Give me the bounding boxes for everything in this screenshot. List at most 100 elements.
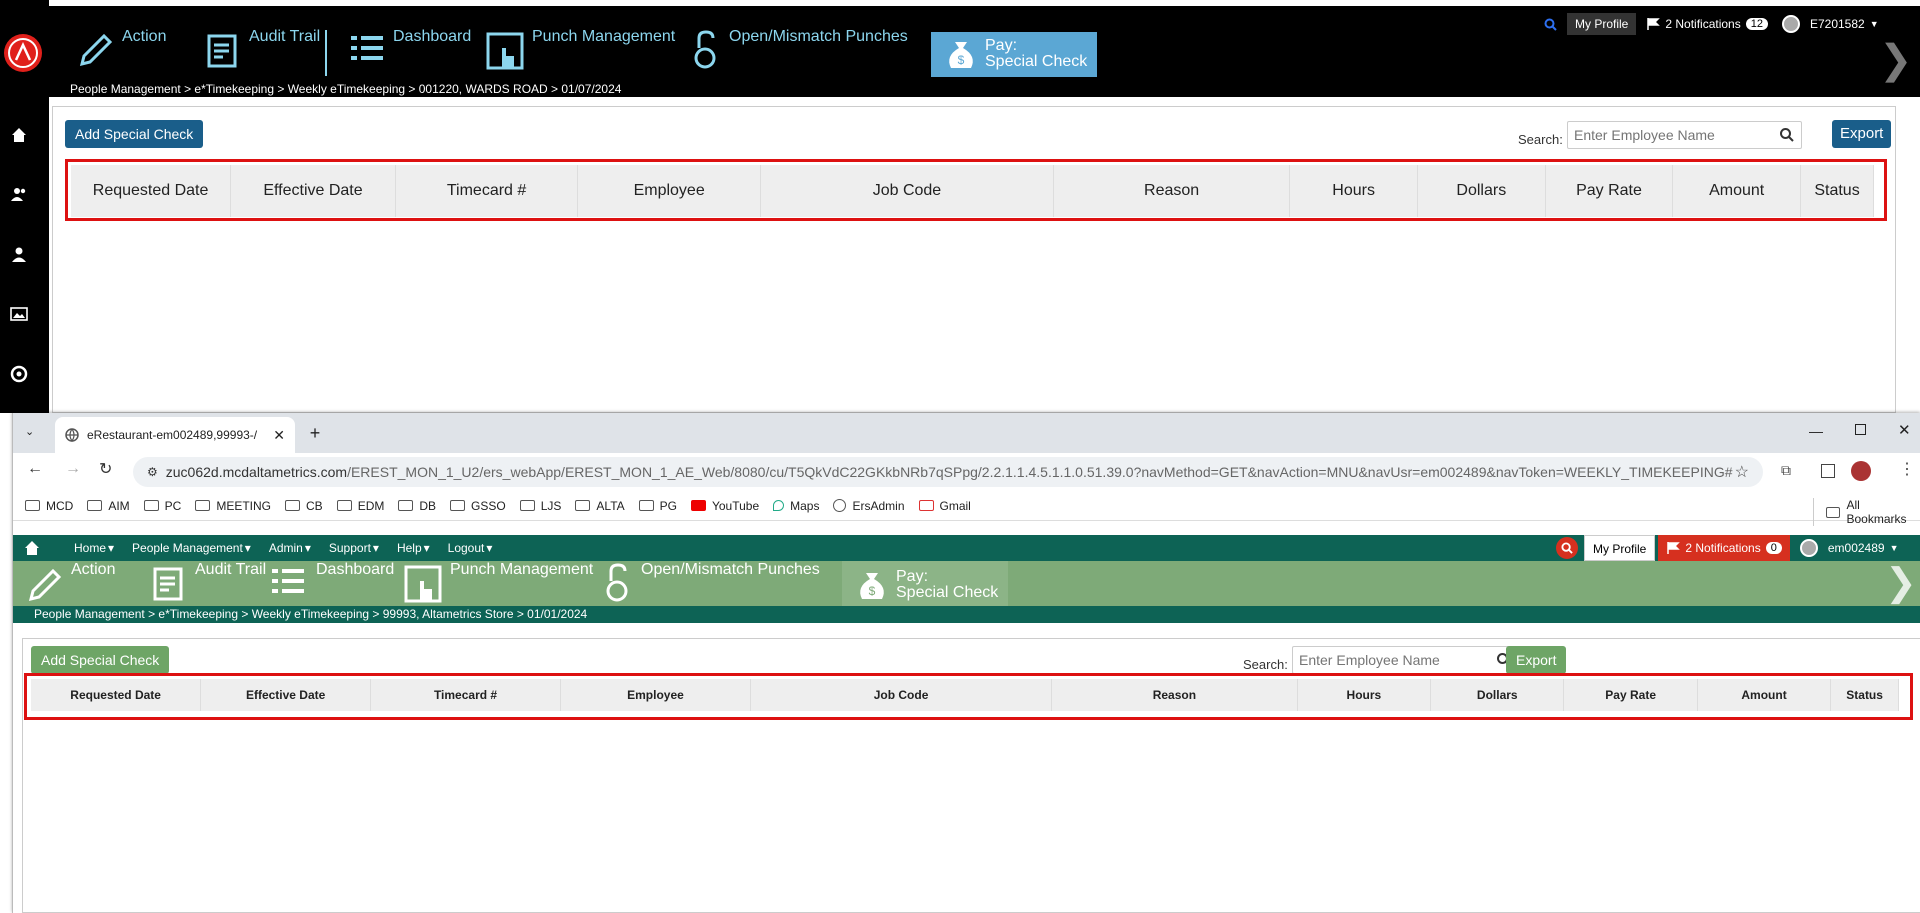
column-header-reason[interactable]: Reason (1051, 679, 1298, 711)
my-profile-button[interactable]: My Profile (1584, 535, 1656, 561)
column-header-employee[interactable]: Employee (560, 679, 751, 711)
column-header-amount[interactable]: Amount (1697, 679, 1832, 711)
export-button[interactable]: Export (1832, 120, 1892, 148)
column-header-amount[interactable]: Amount (1672, 165, 1802, 217)
bookmark-star-icon[interactable]: ☆ (1735, 462, 1749, 482)
column-header-job-code[interactable]: Job Code (750, 679, 1053, 711)
user-menu[interactable]: E7201582 ▼ (1781, 15, 1879, 33)
scroll-right-chevron-icon[interactable]: ❯ (1885, 563, 1917, 603)
column-header-pay-rate[interactable]: Pay Rate (1563, 679, 1698, 711)
minimize-icon[interactable]: — (1809, 423, 1823, 439)
bookmark-youtube[interactable]: YouTube (690, 499, 759, 513)
user-icon[interactable] (10, 245, 30, 265)
toolbar-audit-trail[interactable]: Audit Trail (147, 561, 266, 606)
column-header-effective-date[interactable]: Effective Date (230, 165, 396, 217)
menu-support[interactable]: Support ▾ (329, 541, 379, 555)
extensions-icon[interactable]: ⧉ (1781, 462, 1791, 479)
bookmark-db[interactable]: DB (398, 499, 436, 513)
bookmark-cb[interactable]: CB (285, 499, 323, 513)
search-icon[interactable] (1544, 18, 1557, 31)
bookmark-pc[interactable]: PC (143, 499, 181, 513)
column-header-timecard[interactable]: Timecard # (395, 165, 579, 217)
notifications-button[interactable]: 2 Notifications 12 (1646, 17, 1768, 31)
search-field[interactable] (1292, 646, 1519, 674)
column-header-hours[interactable]: Hours (1297, 679, 1432, 711)
reload-icon[interactable]: ↻ (99, 459, 112, 479)
search-field[interactable] (1567, 121, 1802, 149)
toolbar-open-mismatch[interactable]: Open/Mismatch Punches (689, 28, 908, 76)
back-arrow-icon[interactable]: ← (27, 460, 43, 478)
column-header-hours[interactable]: Hours (1289, 165, 1418, 217)
scroll-right-chevron-icon[interactable]: ❯ (1879, 40, 1913, 80)
flag-icon (1646, 17, 1661, 31)
toolbar-action[interactable]: Action (23, 561, 115, 606)
menu-home[interactable]: Home ▾ (74, 541, 114, 555)
toolbar-dashboard[interactable]: Dashboard (268, 561, 394, 606)
add-special-check-button[interactable]: Add Special Check (31, 646, 170, 674)
bookmark-gsso[interactable]: GSSO (450, 499, 506, 513)
tab-search-chevron-icon[interactable]: ⌄ (25, 425, 34, 438)
notifications-button[interactable]: 2 Notifications 0 (1658, 535, 1790, 561)
column-header-effective-date[interactable]: Effective Date (200, 679, 372, 711)
bookmark-aim[interactable]: AIM (87, 499, 130, 513)
export-button[interactable]: Export (1506, 646, 1567, 674)
bookmark-edm[interactable]: EDM (336, 499, 384, 513)
menu-people-management[interactable]: People Management ▾ (132, 541, 251, 555)
bookmark-ljs[interactable]: LJS (519, 499, 561, 513)
home-icon[interactable] (10, 126, 30, 146)
menu-help[interactable]: Help ▾ (397, 541, 430, 555)
all-bookmarks-button[interactable]: All Bookmarks (1813, 498, 1920, 526)
toolbar-open-mismatch[interactable]: Open/Mismatch Punches (601, 561, 820, 606)
column-header-requested-date[interactable]: Requested Date (31, 679, 202, 711)
more-menu-icon[interactable]: ⋮ (1899, 459, 1915, 479)
toolbar-action[interactable]: Action (74, 28, 166, 76)
toolbar-pay-special-check[interactable]: $ Pay: Special Check (842, 561, 1009, 606)
toolbar-punch-management[interactable]: Punch Management (484, 28, 675, 76)
column-header-dollars[interactable]: Dollars (1430, 679, 1565, 711)
bookmark-alta[interactable]: ALTA (575, 499, 625, 513)
column-header-job-code[interactable]: Job Code (760, 165, 1054, 217)
bookmark-mcd[interactable]: MCD (25, 499, 73, 513)
browser-tab[interactable]: eRestaurant-em002489,99993-/ ✕ (55, 417, 295, 453)
menu-logout[interactable]: Logout ▾ (448, 541, 493, 555)
close-tab-icon[interactable]: ✕ (273, 427, 285, 444)
toolbar-audit-trail[interactable]: Audit Trail (201, 28, 320, 76)
maximize-icon[interactable] (1855, 424, 1866, 435)
url-field[interactable]: ⚙ zuc062d.mcdaltametrics.com/EREST_MON_1… (133, 457, 1763, 487)
site-info-icon[interactable]: ⚙ (147, 465, 158, 479)
search-input[interactable] (1293, 647, 1518, 673)
toolbar-pay-special-check[interactable]: $ Pay: Special Check (931, 32, 1098, 77)
profile-avatar[interactable] (1851, 461, 1871, 481)
column-header-dollars[interactable]: Dollars (1417, 165, 1546, 217)
add-special-check-button[interactable]: Add Special Check (65, 120, 204, 148)
close-window-icon[interactable]: ✕ (1898, 421, 1911, 439)
new-tab-icon[interactable]: + (303, 421, 327, 445)
bookmark-maps[interactable]: Maps (773, 499, 819, 513)
magnifier-icon[interactable] (1779, 127, 1795, 143)
support-icon[interactable] (10, 365, 30, 385)
bookmark-pg[interactable]: PG (638, 499, 677, 513)
column-header-requested-date[interactable]: Requested Date (71, 165, 232, 217)
forward-arrow-icon[interactable]: → (65, 460, 81, 478)
my-profile-button[interactable]: My Profile (1567, 13, 1637, 35)
search-icon[interactable] (1556, 537, 1578, 559)
bookmark-ersadmin[interactable]: ErsAdmin (833, 499, 905, 513)
column-header-timecard[interactable]: Timecard # (370, 679, 561, 711)
user-menu[interactable]: em002489 ▼ (1799, 539, 1898, 557)
toolbar-punch-management[interactable]: Punch Management (402, 561, 593, 606)
column-header-status[interactable]: Status (1830, 679, 1899, 711)
column-header-status[interactable]: Status (1800, 165, 1874, 217)
home-icon[interactable] (23, 539, 41, 557)
image-icon[interactable] (10, 305, 30, 325)
bookmark-gmail[interactable]: Gmail (918, 499, 971, 513)
menu-admin[interactable]: Admin ▾ (269, 541, 311, 555)
search-input[interactable] (1568, 122, 1801, 148)
column-header-employee[interactable]: Employee (577, 165, 761, 217)
toolbar-dashboard[interactable]: Dashboard (345, 28, 471, 76)
users-icon[interactable] (10, 185, 30, 205)
bookmark-meeting[interactable]: MEETING (195, 499, 271, 513)
column-header-pay-rate[interactable]: Pay Rate (1545, 165, 1674, 217)
side-panel-icon[interactable] (1821, 464, 1835, 478)
bookmark-label: CB (306, 498, 323, 513)
column-header-reason[interactable]: Reason (1053, 165, 1291, 217)
